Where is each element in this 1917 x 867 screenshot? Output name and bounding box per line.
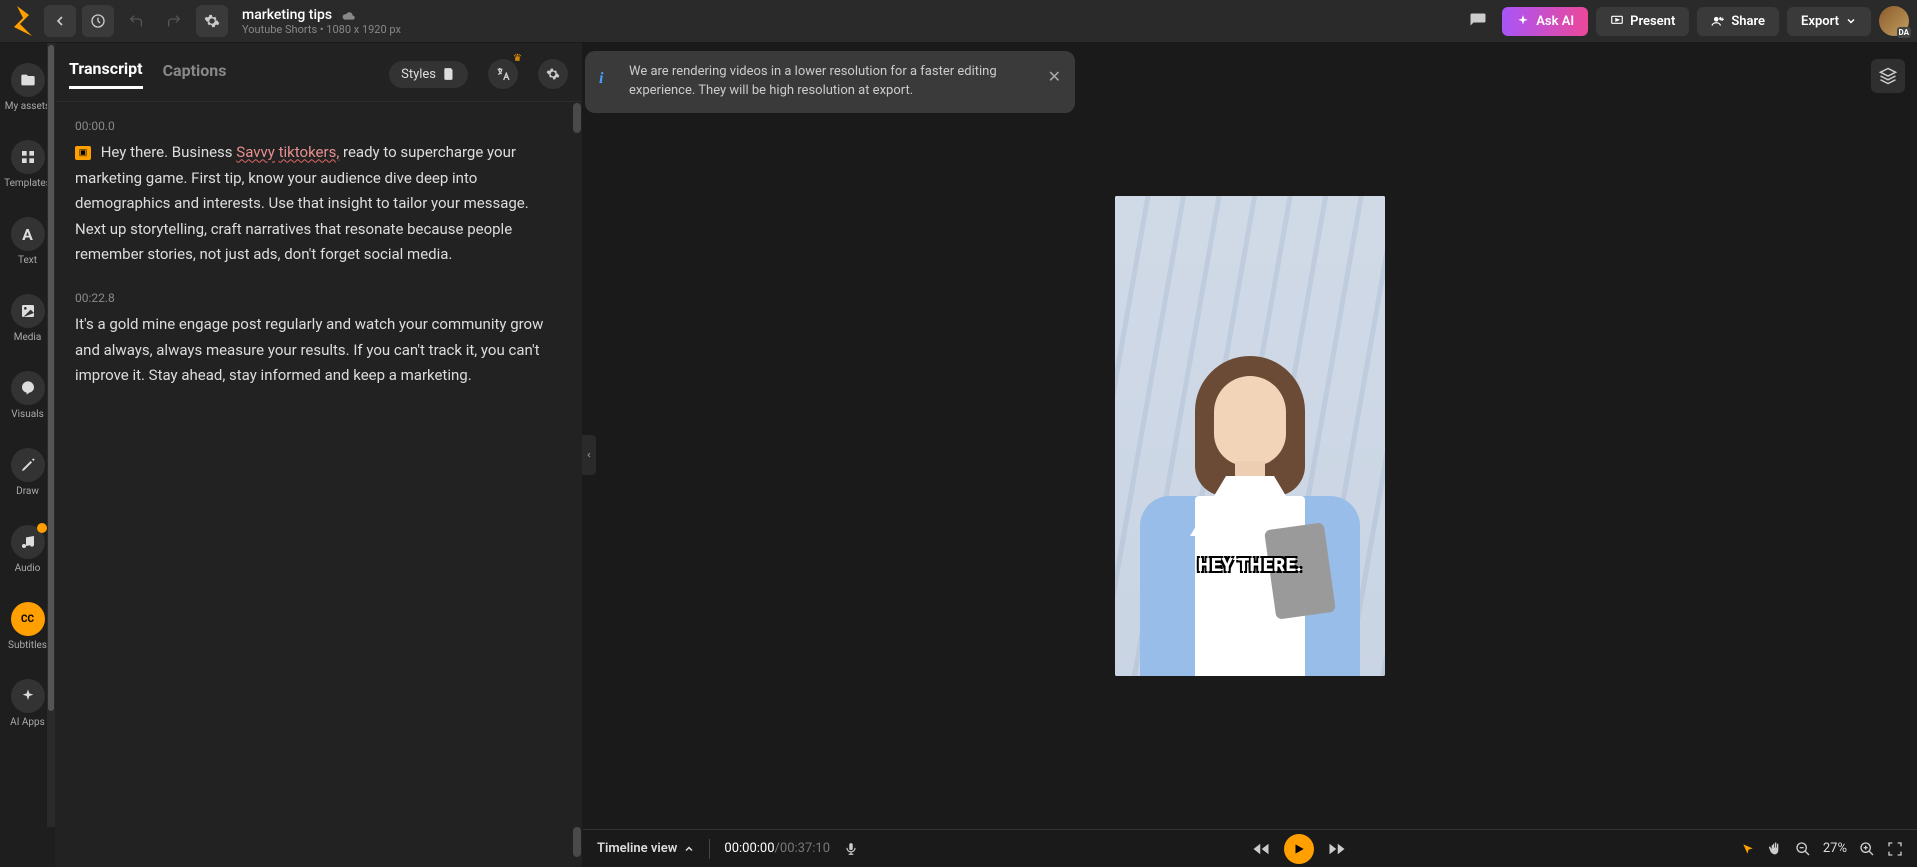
cursor-tool-button[interactable] [1741, 842, 1755, 856]
history-button[interactable] [82, 5, 114, 37]
translate-button[interactable]: ♛ [488, 59, 518, 89]
spelling-error-1[interactable]: Savvy [236, 143, 275, 161]
audio-icon [11, 525, 45, 559]
media-icon [11, 294, 45, 328]
share-label: Share [1731, 14, 1765, 29]
info-icon: i [599, 67, 603, 90]
transcript-settings-button[interactable] [538, 59, 568, 89]
video-frame[interactable]: HEY THERE. [1115, 196, 1385, 676]
export-label: Export [1801, 14, 1839, 29]
tab-transcript[interactable]: Transcript [69, 59, 143, 89]
toast-message: We are rendering videos in a lower resol… [629, 63, 1035, 101]
info-toast: i We are rendering videos in a lower res… [585, 51, 1075, 113]
transcript-header: Transcript Captions Styles ♛ [55, 43, 582, 102]
ask-ai-label: Ask AI [1536, 14, 1574, 29]
left-rail: My assets Templates A Text Media Visuals… [0, 43, 55, 867]
transcript-block-1: 00:00.0 ▣ Hey there. Business Savvy tikt… [75, 116, 562, 268]
divider [709, 839, 710, 859]
project-title[interactable]: marketing tips [242, 7, 332, 23]
rail-scrollbar[interactable] [47, 43, 55, 827]
settings-button[interactable] [196, 5, 228, 37]
fullscreen-button[interactable] [1887, 841, 1903, 857]
bottom-bar: Timeline view 00:00:00/00:37:10 [583, 829, 1917, 867]
title-block: marketing tips Youtube Shorts • 1080 x 1… [242, 7, 401, 36]
person-figure [1140, 296, 1360, 676]
main: My assets Templates A Text Media Visuals… [0, 43, 1917, 867]
transcript-scrollbar[interactable] [572, 103, 582, 857]
share-button[interactable]: Share [1697, 7, 1779, 36]
folder-icon [11, 63, 45, 97]
zoom-in-button[interactable] [1859, 841, 1875, 857]
project-subtitle: Youtube Shorts • 1080 x 1920 px [242, 23, 401, 36]
transcript-text-1[interactable]: ▣ Hey there. Business Savvy tiktokers, r… [75, 140, 562, 268]
time-display: 00:00:00/00:37:10 [724, 841, 830, 856]
timestamp-2: 00:22.8 [75, 288, 562, 308]
ask-ai-button[interactable]: Ask AI [1502, 7, 1588, 36]
transcript-block-2: 00:22.8 It's a gold mine engage post reg… [75, 288, 562, 389]
rail-scroll-thumb[interactable] [48, 45, 54, 711]
transcript-text-2[interactable]: It's a gold mine engage post regularly a… [75, 312, 562, 389]
preview-area[interactable]: HEY THERE. [583, 43, 1917, 829]
subtitles-icon: CC [11, 602, 45, 636]
text-icon: A [11, 217, 45, 251]
transcript-scroll-thumb-top[interactable] [573, 103, 581, 133]
visuals-icon [11, 371, 45, 405]
skip-forward-button[interactable] [1328, 840, 1346, 858]
comments-button[interactable] [1462, 5, 1494, 37]
transcript-body[interactable]: 00:00.0 ▣ Hey there. Business Savvy tikt… [55, 102, 582, 867]
hand-tool-button[interactable] [1767, 841, 1783, 857]
redo-button[interactable] [158, 5, 190, 37]
timeline-view-toggle[interactable]: Timeline view [597, 841, 695, 856]
ai-apps-icon [11, 679, 45, 713]
styles-button[interactable]: Styles [389, 61, 468, 88]
play-button[interactable] [1284, 834, 1314, 864]
crown-badge-icon: ♛ [513, 53, 522, 64]
topbar: marketing tips Youtube Shorts • 1080 x 1… [0, 0, 1917, 43]
present-button[interactable]: Present [1596, 7, 1689, 36]
tab-captions[interactable]: Captions [163, 61, 227, 88]
toast-close-button[interactable]: ✕ [1048, 65, 1061, 88]
app-logo[interactable] [8, 6, 38, 36]
spelling-error-2[interactable]: tiktokers, [279, 143, 340, 161]
user-avatar[interactable] [1879, 6, 1909, 36]
back-button[interactable] [44, 5, 76, 37]
transport-controls [1252, 834, 1346, 864]
transcript-scroll-thumb-bottom[interactable] [573, 827, 581, 857]
undo-button[interactable] [120, 5, 152, 37]
mic-button[interactable] [844, 842, 858, 856]
draw-icon [11, 448, 45, 482]
cloud-sync-icon [340, 9, 356, 21]
export-button[interactable]: Export [1787, 7, 1871, 36]
skip-back-button[interactable] [1252, 840, 1270, 858]
caption-overlay: HEY THERE. [1198, 555, 1302, 576]
media-inline-icon: ▣ [75, 146, 91, 160]
transcript-panel: Transcript Captions Styles ♛ 00:00.0 ▣ H… [55, 43, 583, 867]
zoom-controls: 27% [1741, 841, 1903, 857]
templates-icon [11, 140, 45, 174]
present-label: Present [1630, 14, 1675, 29]
timestamp-1: 00:00.0 [75, 116, 562, 136]
zoom-level[interactable]: 27% [1823, 841, 1847, 856]
preview-panel: i We are rendering videos in a lower res… [583, 43, 1917, 867]
zoom-out-button[interactable] [1795, 841, 1811, 857]
